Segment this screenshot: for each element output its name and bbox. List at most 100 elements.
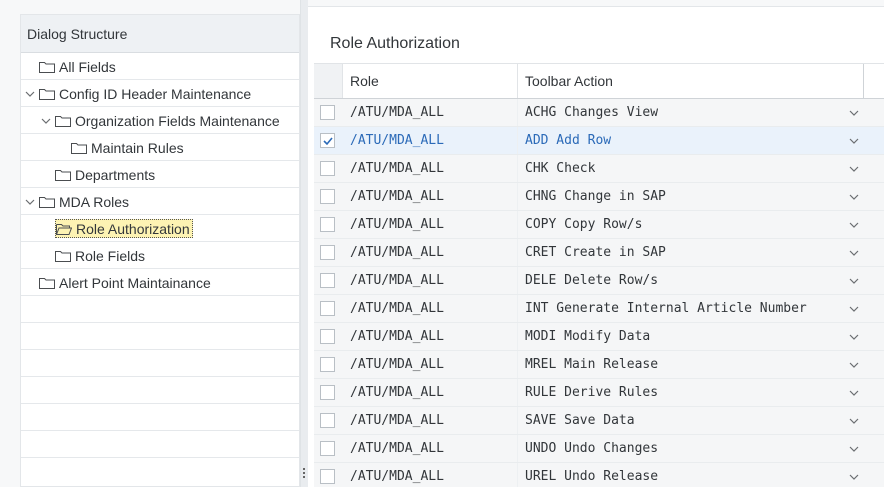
- tree-node[interactable]: Departments: [21, 161, 299, 188]
- role-cell[interactable]: /ATU/MDA_ALL: [343, 407, 518, 434]
- table-row[interactable]: /ATU/MDA_ALL UREL Undo Release: [314, 463, 884, 487]
- table-row[interactable]: /ATU/MDA_ALL RULE Derive Rules: [314, 379, 884, 407]
- toolbar-action-select[interactable]: COPY Copy Row/s: [518, 211, 864, 238]
- table-row[interactable]: /ATU/MDA_ALL ACHG Changes View: [314, 99, 884, 127]
- tree-node-label: All Fields: [59, 58, 116, 75]
- role-cell[interactable]: /ATU/MDA_ALL: [343, 295, 518, 322]
- chevron-down-icon[interactable]: [24, 88, 36, 100]
- tree-node[interactable]: Maintain Rules: [21, 134, 299, 161]
- toolbar-action-select[interactable]: UREL Undo Release: [518, 463, 864, 487]
- table-row[interactable]: /ATU/MDA_ALL DELE Delete Row/s: [314, 267, 884, 295]
- chevron-down-icon[interactable]: [848, 331, 860, 343]
- chevron-down-icon[interactable]: [848, 415, 860, 427]
- role-cell[interactable]: /ATU/MDA_ALL: [343, 99, 518, 126]
- tree-node[interactable]: Organization Fields Maintenance: [21, 107, 299, 134]
- toolbar-action-select[interactable]: CRET Create in SAP: [518, 239, 864, 266]
- tree-node[interactable]: Alert Point Maintainance: [21, 269, 299, 296]
- role-cell[interactable]: /ATU/MDA_ALL: [343, 351, 518, 378]
- role-cell[interactable]: /ATU/MDA_ALL: [343, 211, 518, 238]
- select-all-column-header[interactable]: [314, 64, 343, 98]
- chevron-down-icon[interactable]: [848, 191, 860, 203]
- table-row[interactable]: /ATU/MDA_ALL MREL Main Release: [314, 351, 884, 379]
- role-cell[interactable]: /ATU/MDA_ALL: [343, 127, 518, 154]
- chevron-down-icon[interactable]: [848, 163, 860, 175]
- row-checkbox[interactable]: [320, 245, 335, 260]
- column-header-toolbar-action[interactable]: Toolbar Action: [518, 64, 864, 98]
- toolbar-action-value: UREL Undo Release: [525, 469, 659, 484]
- row-select-cell: [314, 351, 343, 378]
- toolbar-action-select[interactable]: MODI Modify Data: [518, 323, 864, 350]
- row-checkbox[interactable]: [320, 469, 335, 484]
- row-checkbox[interactable]: [320, 133, 335, 148]
- role-cell[interactable]: /ATU/MDA_ALL: [343, 267, 518, 294]
- role-cell[interactable]: /ATU/MDA_ALL: [343, 183, 518, 210]
- row-checkbox[interactable]: [320, 161, 335, 176]
- toolbar-action-select[interactable]: RULE Derive Rules: [518, 379, 864, 406]
- chevron-down-icon[interactable]: [848, 135, 860, 147]
- chevron-down-icon[interactable]: [848, 107, 860, 119]
- table-row[interactable]: /ATU/MDA_ALL COPY Copy Row/s: [314, 211, 884, 239]
- chevron-down-icon[interactable]: [848, 247, 860, 259]
- row-select-cell: [314, 183, 343, 210]
- chevron-down-icon[interactable]: [848, 275, 860, 287]
- column-header-role[interactable]: Role: [343, 64, 518, 98]
- chevron-down-icon[interactable]: [24, 196, 36, 208]
- splitter-grip-icon[interactable]: [303, 468, 306, 482]
- toolbar-action-select[interactable]: INT Generate Internal Article Number: [518, 295, 864, 322]
- row-checkbox[interactable]: [320, 441, 335, 456]
- role-cell[interactable]: /ATU/MDA_ALL: [343, 239, 518, 266]
- row-filler: [864, 379, 884, 406]
- chevron-down-icon[interactable]: [848, 219, 860, 231]
- toolbar-action-select[interactable]: DELE Delete Row/s: [518, 267, 864, 294]
- toolbar-action-value: COPY Copy Row/s: [525, 217, 643, 232]
- tree-node[interactable]: Role Fields: [21, 242, 299, 269]
- row-checkbox[interactable]: [320, 301, 335, 316]
- row-filler: [864, 351, 884, 378]
- toolbar-action-select[interactable]: MREL Main Release: [518, 351, 864, 378]
- row-select-cell: [314, 435, 343, 462]
- row-checkbox[interactable]: [320, 413, 335, 428]
- toolbar-action-select[interactable]: CHK Check: [518, 155, 864, 182]
- tree-node[interactable]: All Fields: [21, 53, 299, 80]
- table-row[interactable]: /ATU/MDA_ALL MODI Modify Data: [314, 323, 884, 351]
- table-row[interactable]: /ATU/MDA_ALL CHNG Change in SAP: [314, 183, 884, 211]
- toolbar-action-select[interactable]: UNDO Undo Changes: [518, 435, 864, 462]
- page-title: Role Authorization: [330, 35, 460, 52]
- tree-node[interactable]: MDA Roles: [21, 188, 299, 215]
- tree-node[interactable]: Config ID Header Maintenance: [21, 80, 299, 107]
- tree-node-label: MDA Roles: [59, 193, 130, 210]
- chevron-down-icon[interactable]: [848, 471, 860, 483]
- chevron-down-icon[interactable]: [848, 359, 860, 371]
- toolbar-action-select[interactable]: SAVE Save Data: [518, 407, 864, 434]
- row-checkbox[interactable]: [320, 329, 335, 344]
- row-checkbox[interactable]: [320, 357, 335, 372]
- role-cell[interactable]: /ATU/MDA_ALL: [343, 435, 518, 462]
- chevron-down-icon[interactable]: [848, 443, 860, 455]
- role-cell[interactable]: /ATU/MDA_ALL: [343, 323, 518, 350]
- tree-empty-row: [21, 431, 299, 458]
- panel-splitter[interactable]: [300, 0, 308, 487]
- table-row[interactable]: /ATU/MDA_ALL INT Generate Internal Articl…: [314, 295, 884, 323]
- row-checkbox[interactable]: [320, 105, 335, 120]
- row-checkbox[interactable]: [320, 217, 335, 232]
- tree-empty-row: [21, 404, 299, 431]
- toolbar-action-select[interactable]: CHNG Change in SAP: [518, 183, 864, 210]
- table-row[interactable]: /ATU/MDA_ALL CRET Create in SAP: [314, 239, 884, 267]
- role-cell[interactable]: /ATU/MDA_ALL: [343, 379, 518, 406]
- row-checkbox[interactable]: [320, 189, 335, 204]
- role-cell[interactable]: /ATU/MDA_ALL: [343, 155, 518, 182]
- chevron-down-icon[interactable]: [848, 387, 860, 399]
- toolbar-action-select[interactable]: ACHG Changes View: [518, 99, 864, 126]
- row-checkbox[interactable]: [320, 273, 335, 288]
- table-row[interactable]: /ATU/MDA_ALL UNDO Undo Changes: [314, 435, 884, 463]
- chevron-down-icon[interactable]: [848, 303, 860, 315]
- table-row[interactable]: /ATU/MDA_ALL CHK Check: [314, 155, 884, 183]
- table-row[interactable]: /ATU/MDA_ALL SAVE Save Data: [314, 407, 884, 435]
- toolbar-action-value: ACHG Changes View: [525, 105, 659, 120]
- table-row[interactable]: /ATU/MDA_ALL ADD Add Row: [314, 127, 884, 155]
- row-checkbox[interactable]: [320, 385, 335, 400]
- role-cell[interactable]: /ATU/MDA_ALL: [343, 463, 518, 487]
- toolbar-action-select[interactable]: ADD Add Row: [518, 127, 864, 154]
- chevron-down-icon[interactable]: [40, 115, 52, 127]
- tree-node[interactable]: Role Authorization: [21, 215, 299, 242]
